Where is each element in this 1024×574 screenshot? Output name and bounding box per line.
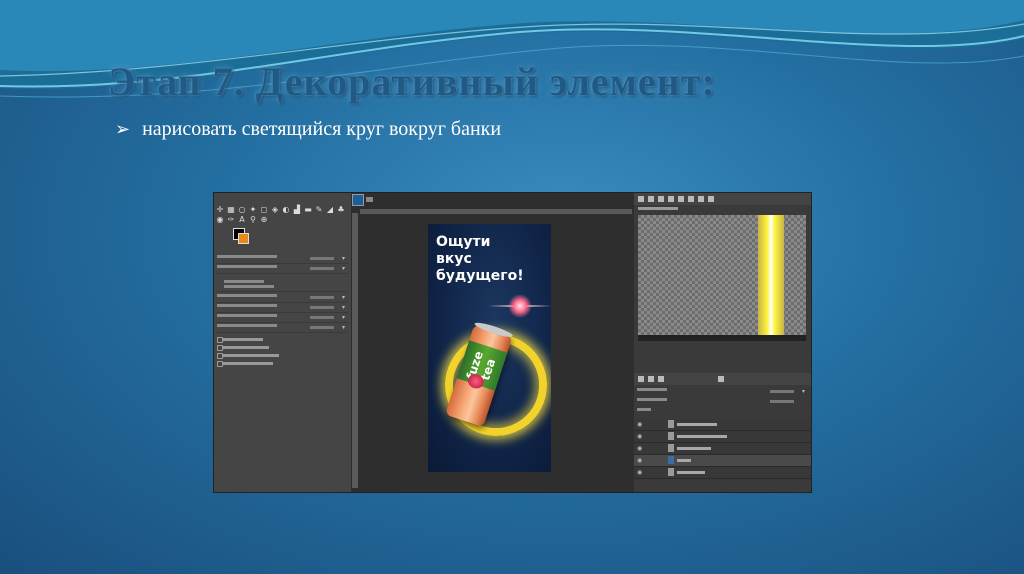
layer-row-selected[interactable]: ◉ (634, 455, 811, 467)
eraser-icon[interactable]: ◢ (325, 205, 335, 214)
move-tool-icon[interactable]: ✛ (215, 205, 225, 214)
dropdown-icon: ▾ (341, 294, 345, 301)
bucket-fill-icon[interactable]: ▟ (292, 205, 302, 214)
tool-option-row[interactable]: ▾ (216, 265, 348, 274)
transform-tool-icon[interactable]: ◈ (270, 205, 280, 214)
tool-option-row[interactable]: ▾ (216, 255, 348, 264)
preview-slider[interactable] (638, 335, 806, 341)
brush-icon[interactable] (638, 196, 644, 202)
zoom-tool-icon[interactable]: ⊕ (259, 215, 269, 224)
lens-flare (508, 294, 532, 318)
checkbox-label (223, 362, 273, 365)
dock-toolbar (634, 193, 811, 205)
layer-mode-select[interactable]: ▾ (636, 388, 808, 397)
layer-row[interactable]: ◉ (634, 431, 811, 443)
history-icon[interactable] (708, 196, 714, 202)
font-icon[interactable] (658, 196, 664, 202)
fuzzy-select-icon[interactable]: ✦ (248, 205, 258, 214)
dropdown-icon: ▾ (341, 255, 345, 262)
paths-tab-icon[interactable] (658, 376, 664, 382)
checkbox-label (223, 338, 263, 341)
dropdown-icon: ▾ (341, 265, 345, 272)
glow-preview-bar (758, 215, 784, 335)
tool-option-row[interactable]: ▾ (216, 324, 348, 333)
eye-icon[interactable]: ◉ (637, 434, 642, 440)
pattern-icon[interactable] (648, 196, 654, 202)
preview-title (638, 207, 678, 210)
eye-icon[interactable]: ◉ (637, 470, 642, 476)
bullet-arrow-icon: ➢ (115, 119, 131, 140)
layer-row[interactable]: ◉ (634, 419, 811, 431)
gradient-icon[interactable] (678, 196, 684, 202)
lasso-tool-icon[interactable]: ○ (237, 205, 247, 214)
bullet-text: нарисовать светящийся круг вокруг банки (142, 118, 502, 140)
tool-option-row[interactable]: ▾ (216, 314, 348, 323)
dropdown-icon: ▾ (801, 388, 805, 395)
background-color-swatch[interactable] (238, 233, 249, 244)
document-icon[interactable] (668, 196, 674, 202)
poster-line: будущего! (436, 268, 524, 284)
bullet-item: ➢ нарисовать светящийся круг вокруг банк… (115, 118, 501, 141)
eye-icon[interactable]: ◉ (637, 422, 642, 428)
checkbox-label (223, 354, 279, 357)
smudge-tool-icon[interactable]: ◉ (215, 215, 225, 224)
eye-icon[interactable]: ◉ (637, 458, 642, 464)
channels-tab-icon[interactable] (648, 376, 654, 382)
brush-selector[interactable] (216, 277, 348, 292)
paintbrush-icon[interactable]: ✎ (314, 205, 324, 214)
layer-preview (638, 215, 806, 335)
layers-tabs (634, 373, 811, 385)
layer-row[interactable]: ◉ (634, 443, 811, 455)
palette-icon[interactable] (688, 196, 694, 202)
warp-tool-icon[interactable]: ◐ (281, 205, 291, 214)
tool-grid: ✛ ▦ ○ ✦ ◻ ◈ ◐ ▟ ▬ ✎ ◢ ♣ ◉ ✑ A ⚲ ⊕ (215, 205, 350, 224)
clone-tool-icon[interactable]: ♣ (336, 205, 346, 214)
layer-row[interactable]: ◉ (634, 467, 811, 479)
text-tool-icon[interactable]: A (237, 215, 247, 224)
docks-panel: ▾ ◉ ◉ ◉ ◉ ◉ (634, 193, 811, 492)
poster-line: Ощути (436, 234, 491, 250)
tool-option-row[interactable]: ▾ (216, 304, 348, 313)
dropdown-icon: ▾ (341, 304, 345, 311)
poster-slogan: Ощути вкус будущего! (436, 234, 546, 285)
align-tool-icon[interactable]: ▦ (226, 205, 236, 214)
color-picker-icon[interactable]: ⚲ (248, 215, 258, 224)
layer-lock-row[interactable] (636, 408, 808, 417)
crop-tool-icon[interactable]: ◻ (259, 205, 269, 214)
layer-opacity-field[interactable] (636, 398, 808, 407)
tool-option-row[interactable]: ▾ (216, 294, 348, 303)
can-lid (473, 320, 514, 340)
gimp-screenshot: ✛ ▦ ○ ✦ ◻ ◈ ◐ ▟ ▬ ✎ ◢ ♣ ◉ ✑ A ⚲ ⊕ ▾ ▾ ▾ … (213, 192, 812, 493)
image-canvas-area[interactable]: Ощути вкус будущего! fuze tea (351, 193, 634, 492)
undo-history-icon[interactable] (718, 376, 724, 382)
poster-line: вкус (436, 251, 472, 267)
image-tab[interactable] (352, 194, 364, 206)
image-tab-close-icon[interactable] (366, 197, 373, 202)
toolbox-panel: ✛ ▦ ○ ✦ ◻ ◈ ◐ ▟ ▬ ✎ ◢ ♣ ◉ ✑ A ⚲ ⊕ ▾ ▾ ▾ … (214, 193, 351, 492)
gradient-tool-icon[interactable]: ▬ (303, 205, 313, 214)
path-tool-icon[interactable]: ✑ (226, 215, 236, 224)
slide-title: Этап 7. Декоративный элемент: (108, 59, 716, 104)
eye-icon[interactable]: ◉ (637, 446, 642, 452)
poster-image: Ощути вкус будущего! fuze tea (428, 224, 551, 472)
layers-tab-icon[interactable] (638, 376, 644, 382)
horizontal-ruler (360, 209, 632, 214)
template-icon[interactable] (698, 196, 704, 202)
checkbox-label (223, 346, 269, 349)
dropdown-icon: ▾ (341, 324, 345, 331)
vertical-ruler (352, 213, 358, 488)
dropdown-icon: ▾ (341, 314, 345, 321)
